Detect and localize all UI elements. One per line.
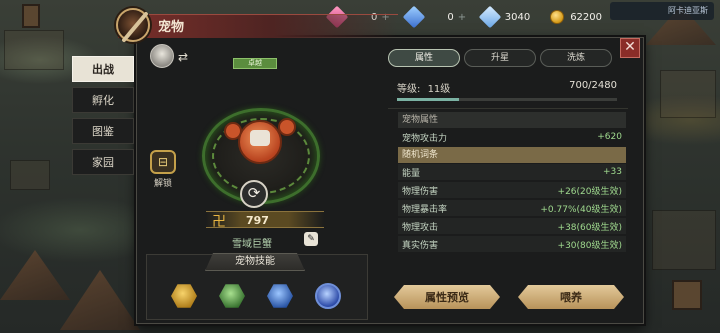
- side-tab-battle[interactable]: 出战: [72, 56, 134, 82]
- blue-swirl-skill-icon: [315, 283, 341, 309]
- attribute-name: 宠物攻击力: [402, 133, 448, 144]
- attribute-name: 物理暴击率: [402, 204, 448, 215]
- add-icon[interactable]: +: [458, 12, 466, 23]
- attribute-value: +0.77%(40级生效): [540, 204, 622, 215]
- tab-star-up[interactable]: 升星: [464, 49, 536, 67]
- power-value: 797: [246, 214, 269, 227]
- resource-blue[interactable]: 0 +: [402, 5, 466, 29]
- rank-badge: 卓越: [233, 58, 277, 69]
- tab-refine[interactable]: 洗炼: [540, 49, 612, 67]
- level-value: 11级: [427, 84, 451, 95]
- lock-icon: ⊟: [150, 150, 176, 174]
- attribute-list: 宠物属性 宠物攻击力 +620 随机词条 能量 +33 物理伤害 +26(20级…: [398, 112, 626, 254]
- page-title: 宠物: [158, 20, 185, 35]
- resource-diamond[interactable]: 3040: [478, 5, 531, 29]
- exp-progress-bar: [397, 98, 617, 101]
- resource-gold-value: 62200: [570, 11, 602, 23]
- resource-blue-value: 0: [447, 11, 454, 23]
- side-tab-hatch[interactable]: 孵化: [72, 87, 134, 113]
- feed-button[interactable]: 喂养: [518, 285, 624, 309]
- crab-pet-image: [224, 112, 296, 174]
- attribute-name: 能量: [402, 168, 421, 179]
- attribute-tabs: 属性 升星 洗炼: [388, 49, 612, 67]
- attribute-value: +26(20级生效): [557, 186, 622, 197]
- skill-slot-1[interactable]: [171, 283, 197, 309]
- location-badge: 阿卡迪亚斯: [610, 2, 714, 20]
- pet-avatar[interactable]: [150, 44, 174, 68]
- attribute-value: +30(80级生效): [557, 240, 622, 251]
- attribute-value: +620: [597, 132, 622, 142]
- side-tab-codex[interactable]: 图鉴: [72, 118, 134, 144]
- tab-attributes[interactable]: 属性: [388, 49, 460, 67]
- pet-attributes-header: 宠物属性: [398, 112, 626, 128]
- attribute-name: 真实伤害: [402, 240, 439, 251]
- attribute-name: 物理伤害: [402, 186, 439, 197]
- refresh-button[interactable]: ⟳: [240, 180, 268, 208]
- attribute-preview-button[interactable]: 属性预览: [394, 285, 500, 309]
- close-button[interactable]: ✕: [620, 38, 640, 58]
- pet-skills-panel: 宠物技能: [146, 253, 368, 320]
- unlock-button[interactable]: ⊟ 解锁: [148, 150, 178, 189]
- attribute-row: 宠物攻击力 +620: [398, 129, 626, 145]
- skill-slot-2[interactable]: [219, 283, 245, 309]
- blue-crystal-icon: [402, 5, 426, 29]
- attribute-value: +38(60级生效): [557, 222, 622, 233]
- level-row: 等级: 11级 700/2480: [397, 80, 617, 95]
- swap-icon[interactable]: ⇄: [178, 50, 188, 64]
- attribute-value: +33: [603, 167, 622, 177]
- power-display: 卍 797: [206, 211, 324, 230]
- skill-slot-3[interactable]: [267, 283, 293, 309]
- power-icon: 卍: [212, 214, 226, 230]
- attribute-row: 物理伤害 +26(20级生效): [398, 182, 626, 198]
- random-traits-header: 随机词条: [398, 147, 626, 163]
- attribute-row: 真实伤害 +30(80级生效): [398, 236, 626, 252]
- resource-diamond-value: 3040: [504, 11, 531, 23]
- level-label: 等级:: [397, 84, 421, 95]
- gold-gem-skill-icon: [171, 284, 197, 308]
- unlock-label: 解锁: [153, 179, 172, 189]
- attribute-name: 物理攻击: [402, 222, 439, 233]
- attribute-row: 物理攻击 +38(60级生效): [398, 218, 626, 234]
- gold-coin-icon: [550, 10, 565, 24]
- attribute-row: 物理暴击率 +0.77%(40级生效): [398, 200, 626, 216]
- skills-title: 宠物技能: [205, 253, 305, 271]
- edit-name-icon[interactable]: ✎: [304, 232, 318, 246]
- attribute-row: 能量 +33: [398, 164, 626, 180]
- blue-lightning-skill-icon: [267, 284, 293, 308]
- resource-gold[interactable]: 62200: [550, 8, 602, 26]
- green-claw-skill-icon: [219, 284, 245, 308]
- diamond-icon: [478, 5, 502, 29]
- pet-name: 雪域巨蟹: [232, 239, 272, 250]
- exp-progress-fill: [397, 98, 459, 101]
- skill-slot-4[interactable]: [315, 283, 341, 309]
- side-tab-home[interactable]: 家园: [72, 149, 134, 175]
- exp-value: 700/2480: [569, 80, 617, 91]
- pet-title-icon: [116, 8, 150, 43]
- side-tab-list: 出战 孵化 图鉴 家园: [72, 56, 136, 180]
